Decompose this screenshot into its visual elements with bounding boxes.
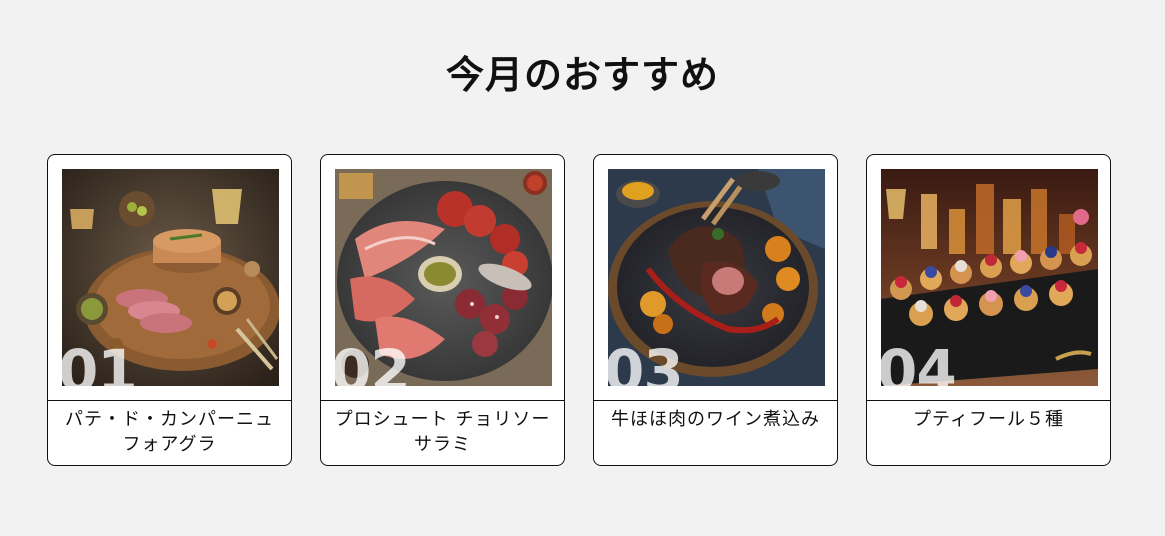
braised-beef-photo: 03	[608, 169, 825, 386]
recommendation-card-4[interactable]: 04 プティフール５種	[866, 154, 1111, 466]
card-number: 03	[608, 337, 684, 386]
recommendation-card-list: 01 パテ・ド・カンパーニュ フォアグラ 02 プロシュート チョリソー サラミ…	[47, 154, 1111, 466]
recommendation-card-2[interactable]: 02 プロシュート チョリソー サラミ	[320, 154, 565, 466]
card-divider	[867, 400, 1110, 401]
pate-foie-gras-photo: 01	[62, 169, 279, 386]
card-number: 01	[62, 337, 138, 386]
recommendation-card-1[interactable]: 01 パテ・ド・カンパーニュ フォアグラ	[47, 154, 292, 466]
card-name: プティフール５種	[913, 409, 1064, 430]
card-number: 02	[335, 337, 411, 386]
card-divider	[594, 400, 837, 401]
card-divider	[321, 400, 564, 401]
charcuterie-photo: 02	[335, 169, 552, 386]
section-title: 今月のおすすめ	[445, 52, 719, 97]
petit-four-photo: 04	[881, 169, 1098, 386]
card-divider	[48, 400, 291, 401]
recommendation-card-3[interactable]: 03 牛ほほ肉のワイン煮込み	[593, 154, 838, 466]
card-name: パテ・ド・カンパーニュ フォアグラ	[65, 409, 274, 455]
card-name: 牛ほほ肉のワイン煮込み	[611, 409, 820, 430]
card-number: 04	[881, 337, 957, 386]
card-name: プロシュート チョリソー サラミ	[334, 409, 551, 455]
